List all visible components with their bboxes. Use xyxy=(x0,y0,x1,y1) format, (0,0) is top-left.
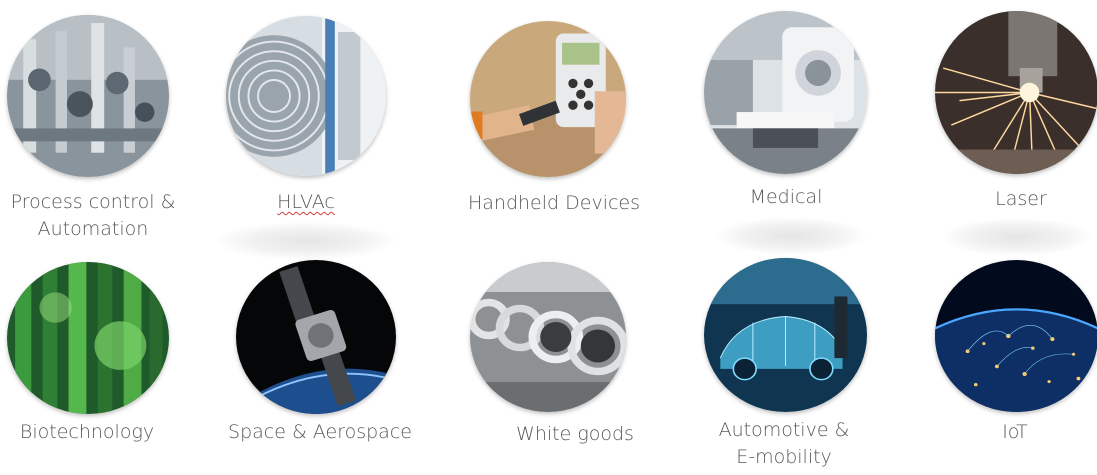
industrial-valves-image xyxy=(7,15,169,177)
laser-sparks-image xyxy=(935,11,1097,174)
industry-label: Handheld Devices xyxy=(467,192,641,214)
industry-label: White goods xyxy=(516,423,634,445)
industry-label: Automotive & E-mobility xyxy=(718,419,850,468)
washing-machines-image xyxy=(470,262,626,412)
hvac-fan-image xyxy=(226,16,386,176)
industry-label: Biotechnology xyxy=(19,421,155,443)
industry-label: IoT xyxy=(1002,421,1028,443)
handheld-device-image xyxy=(470,21,626,177)
label-shadow xyxy=(216,222,396,260)
industry-label: Space & Aerospace xyxy=(228,421,412,443)
industry-label: HLVAc xyxy=(277,191,335,213)
spacecraft-image xyxy=(236,260,396,414)
biotech-green-image xyxy=(7,262,169,414)
iot-earth-network-image xyxy=(935,260,1097,412)
industry-label: Medical xyxy=(749,186,823,208)
label-shadow xyxy=(716,217,866,255)
label-shadow xyxy=(942,218,1092,256)
industry-label: Process control & Automation xyxy=(10,191,176,240)
industry-label: Laser xyxy=(995,188,1047,210)
electric-car-image xyxy=(704,258,867,412)
medical-scanner-image xyxy=(704,11,867,174)
